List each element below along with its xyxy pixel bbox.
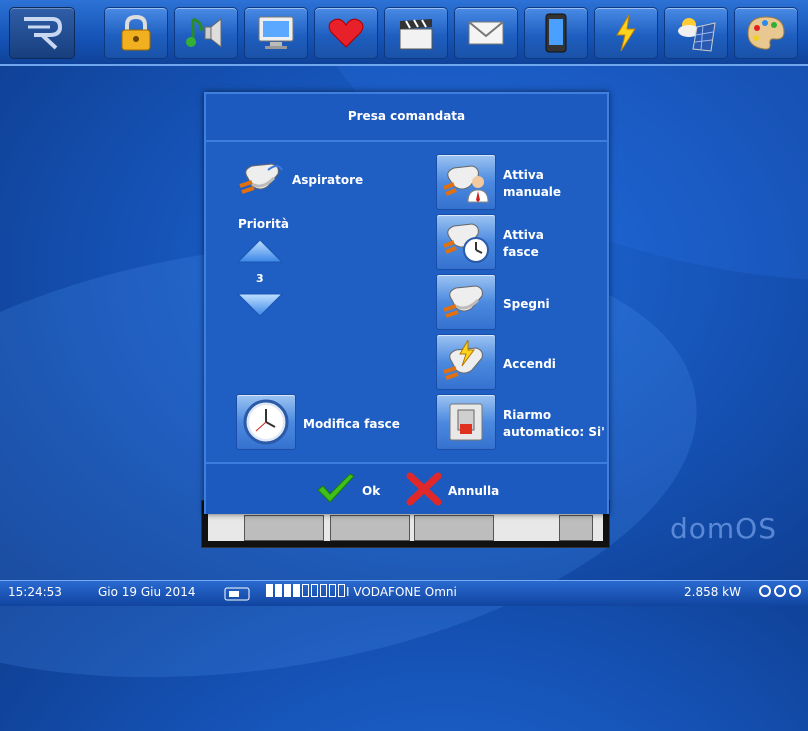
- background-panel-button: [330, 515, 410, 541]
- background-panel-button: [559, 515, 593, 541]
- monitor-icon: [258, 16, 294, 49]
- plug-icon: [239, 163, 283, 194]
- cancel-label: Annulla: [448, 484, 500, 498]
- power-reading: 2.858 kW: [684, 585, 741, 599]
- weather-button[interactable]: [664, 7, 728, 59]
- schedule-activate-label: Attiva fasce: [503, 228, 544, 259]
- priority-up-button[interactable]: [236, 238, 284, 264]
- phone-icon: [545, 13, 567, 53]
- favorites-button[interactable]: [314, 7, 378, 59]
- music-icon: [186, 17, 222, 49]
- plug-clock-icon: [443, 223, 489, 263]
- modify-schedule-button[interactable]: [236, 394, 296, 450]
- schedule-activate-button[interactable]: [436, 214, 496, 270]
- domos-logo-button[interactable]: [9, 7, 75, 59]
- turn-off-button[interactable]: [436, 274, 496, 330]
- lock-icon: [121, 14, 151, 51]
- dialog-title: Presa comandata: [206, 94, 607, 142]
- energy-button[interactable]: [594, 7, 658, 59]
- controlled-socket-dialog: Presa comandata Aspiratore Priorità 3 Mo…: [204, 92, 609, 514]
- audio-button[interactable]: [174, 7, 238, 59]
- priority-value: 3: [256, 272, 264, 285]
- dialog-footer: Ok Annulla: [206, 462, 607, 514]
- heart-icon: [328, 18, 364, 48]
- domos-watermark: domOS: [670, 512, 777, 545]
- phone-button[interactable]: [524, 7, 588, 59]
- domos-logo-icon: [24, 17, 63, 50]
- switch-reset-icon: [449, 403, 483, 441]
- turn-off-label: Spegni: [503, 297, 550, 311]
- plug-lightning-icon: [443, 340, 483, 380]
- auto-reset-button[interactable]: [436, 394, 496, 450]
- scenarios-button[interactable]: [384, 7, 448, 59]
- close-icon: [406, 472, 442, 506]
- manual-activate-button[interactable]: [436, 154, 496, 210]
- display-button[interactable]: [244, 7, 308, 59]
- background-panel-button: [244, 515, 324, 541]
- plug-icon: [443, 285, 483, 318]
- clock-icon: [243, 399, 289, 445]
- turn-on-button[interactable]: [436, 334, 496, 390]
- clock-time: 15:24:53: [8, 585, 62, 599]
- clapperboard-icon: [399, 19, 433, 50]
- security-button[interactable]: [104, 7, 168, 59]
- sim-card-icon: [224, 586, 250, 609]
- palette-icon: [747, 16, 785, 50]
- ok-button[interactable]: Ok: [316, 470, 386, 508]
- messages-button[interactable]: [454, 7, 518, 59]
- carrier-name: I VODAFONE Omni: [346, 585, 457, 599]
- status-rings-icon[interactable]: [759, 581, 804, 604]
- priority-label: Priorità: [238, 217, 289, 231]
- cancel-button[interactable]: Annulla: [406, 470, 516, 508]
- status-bar: 15:24:53 Gio 19 Giu 2014 I VODAFONE Omni…: [0, 580, 808, 606]
- signal-strength-icon: [266, 581, 347, 604]
- top-toolbar: [0, 0, 808, 66]
- settings-button[interactable]: [734, 7, 798, 59]
- lightning-icon: [616, 14, 636, 52]
- turn-on-label: Accendi: [503, 357, 556, 371]
- manual-activate-label: Attiva manuale: [503, 168, 562, 199]
- device-name: Aspiratore: [292, 173, 364, 187]
- checkmark-icon: [317, 473, 355, 503]
- auto-reset-label: Riarmo automatico: Si': [503, 408, 605, 439]
- current-date: Gio 19 Giu 2014: [98, 585, 196, 599]
- background-panel-button: [414, 515, 494, 541]
- weather-solar-icon: [678, 18, 716, 52]
- modify-schedule-label: Modifica fasce: [303, 417, 400, 431]
- priority-down-button[interactable]: [236, 292, 284, 318]
- plug-user-icon: [443, 165, 489, 203]
- ok-label: Ok: [362, 484, 381, 498]
- mail-icon: [468, 21, 504, 45]
